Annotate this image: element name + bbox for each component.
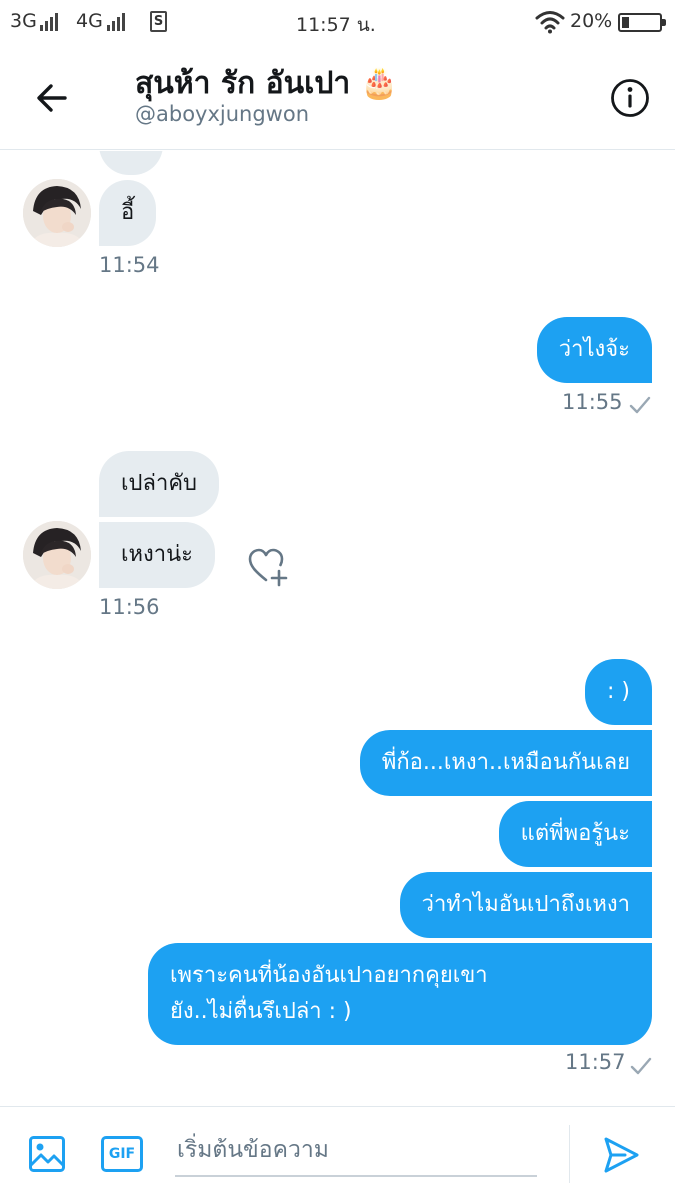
network-4g-label: 4G (76, 10, 103, 32)
sim-card-icon: S (150, 11, 167, 32)
heart-plus-icon[interactable] (246, 546, 290, 588)
message-bubble-sent[interactable]: ว่าทำไมอันเปาถึงเหงา (399, 872, 652, 938)
message-bubble-received[interactable]: อี้ (99, 180, 157, 246)
divider (569, 1125, 570, 1183)
user-handle: @aboyxjungwon (135, 102, 310, 126)
message-input[interactable] (175, 1125, 537, 1177)
info-icon[interactable] (610, 78, 650, 118)
message-timestamp: 11:56 (99, 595, 160, 619)
message-bubble-sent[interactable]: แต่พี่พอรู้นะ (498, 801, 652, 867)
message-timestamp: 11:54 (99, 253, 160, 277)
sent-checkmark-icon (629, 396, 651, 414)
message-timestamp: 11:57 (565, 1050, 626, 1074)
conversation-title[interactable]: สุนห้า รัก อันเปา 🎂 (135, 60, 398, 107)
battery-percent: 20% (570, 10, 613, 32)
message-composer: GIF (0, 1106, 675, 1200)
network-3g-label: 3G (10, 10, 37, 32)
message-line: เพราะคนที่น้องอันเปาอยากคุยเขา (170, 963, 488, 988)
battery-icon (618, 13, 666, 32)
message-timestamp: 11:55 (562, 390, 623, 414)
status-bar: 3G 4G S 11:57 น. 20% (0, 0, 675, 46)
message-bubble-sent[interactable]: พี่ก้อ...เหงา..เหมือนกันเลย (359, 730, 652, 796)
dm-conversation-screen: 3G 4G S 11:57 น. 20% สุนห้า รัก อันเปา 🎂… (0, 0, 675, 1200)
message-bubble-received[interactable]: เหงาน่ะ (99, 522, 215, 588)
conversation-header: สุนห้า รัก อันเปา 🎂 @aboyxjungwon (0, 46, 675, 150)
send-icon[interactable] (601, 1135, 641, 1175)
sent-checkmark-icon (630, 1057, 652, 1075)
message-line: ยัง..ไม่ตื่นรึเปล่า : ) (170, 999, 352, 1024)
message-bubble-sent[interactable]: เพราะคนที่น้องอันเปาอยากคุยเขา ยัง..ไม่ต… (148, 943, 652, 1045)
wifi-icon (535, 11, 565, 34)
gif-button[interactable]: GIF (101, 1136, 143, 1172)
message-bubble-sent[interactable]: ว่าไงจ้ะ (536, 317, 652, 383)
avatar[interactable] (23, 179, 91, 247)
message-bubble-received[interactable]: เปล่าคับ (99, 451, 220, 517)
avatar[interactable] (23, 521, 91, 589)
signal-strength-icon (107, 13, 127, 31)
back-arrow-icon[interactable] (34, 80, 70, 116)
message-list[interactable]: อี้ 11:54 ว่าไงจ้ะ 11:55 เปล่าคับ เหงาน่… (0, 151, 675, 1106)
message-bubble-sent[interactable]: : ) (585, 659, 652, 725)
image-media-icon[interactable] (28, 1135, 66, 1173)
message-bubble-cutoff[interactable] (99, 151, 163, 175)
clock-time: 11:57 น. (296, 14, 376, 36)
signal-strength-icon (40, 13, 60, 31)
